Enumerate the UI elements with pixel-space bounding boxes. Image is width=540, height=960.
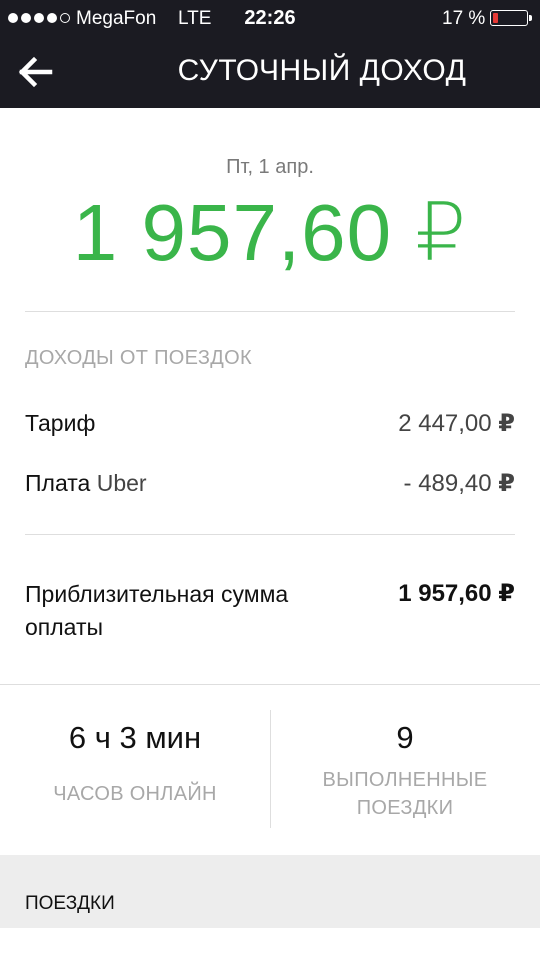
fare-label: Тариф [25,410,96,436]
payout-label: Приблизительная сумма оплаты [25,581,289,640]
completed-trips-value: 9 [396,720,414,755]
trips-section[interactable] [0,855,540,928]
online-hours-label: ЧАСОВ ОНЛАЙН [53,783,217,805]
battery-icon [490,10,528,26]
stats-divider [0,684,540,685]
divider [25,311,515,312]
trips-section-label: ПОЕЗДКИ [25,893,115,914]
battery-percent: 17 % [442,8,486,29]
payout-value: 1 957,60 ₽ [398,580,515,607]
earnings-section-label: ДОХОДЫ ОТ ПОЕЗДОК [25,347,252,369]
status-bar: MegaFon LTE 22:26 17 % [0,0,540,36]
page-title: СУТОЧНЫЙ ДОХОД [177,54,467,87]
daily-total: 1 957,60 ₽ [72,188,468,277]
app-header: MegaFon LTE 22:26 17 % СУТОЧНЫЙ ДОХОД [0,0,540,108]
divider [25,534,515,535]
uber-fee-value: - 489,40 ₽ [403,470,515,497]
battery-tip [529,15,532,21]
completed-trips-label: ВЫПОЛНЕННЫЕ ПОЕЗДКИ [322,769,488,819]
online-hours-value: 6 ч 3 мин [68,720,202,755]
uber-fee-label: Плата Uber [25,470,147,496]
fare-value: 2 447,00 ₽ [398,410,515,437]
summary-date: Пт, 1 апр. [226,156,314,178]
